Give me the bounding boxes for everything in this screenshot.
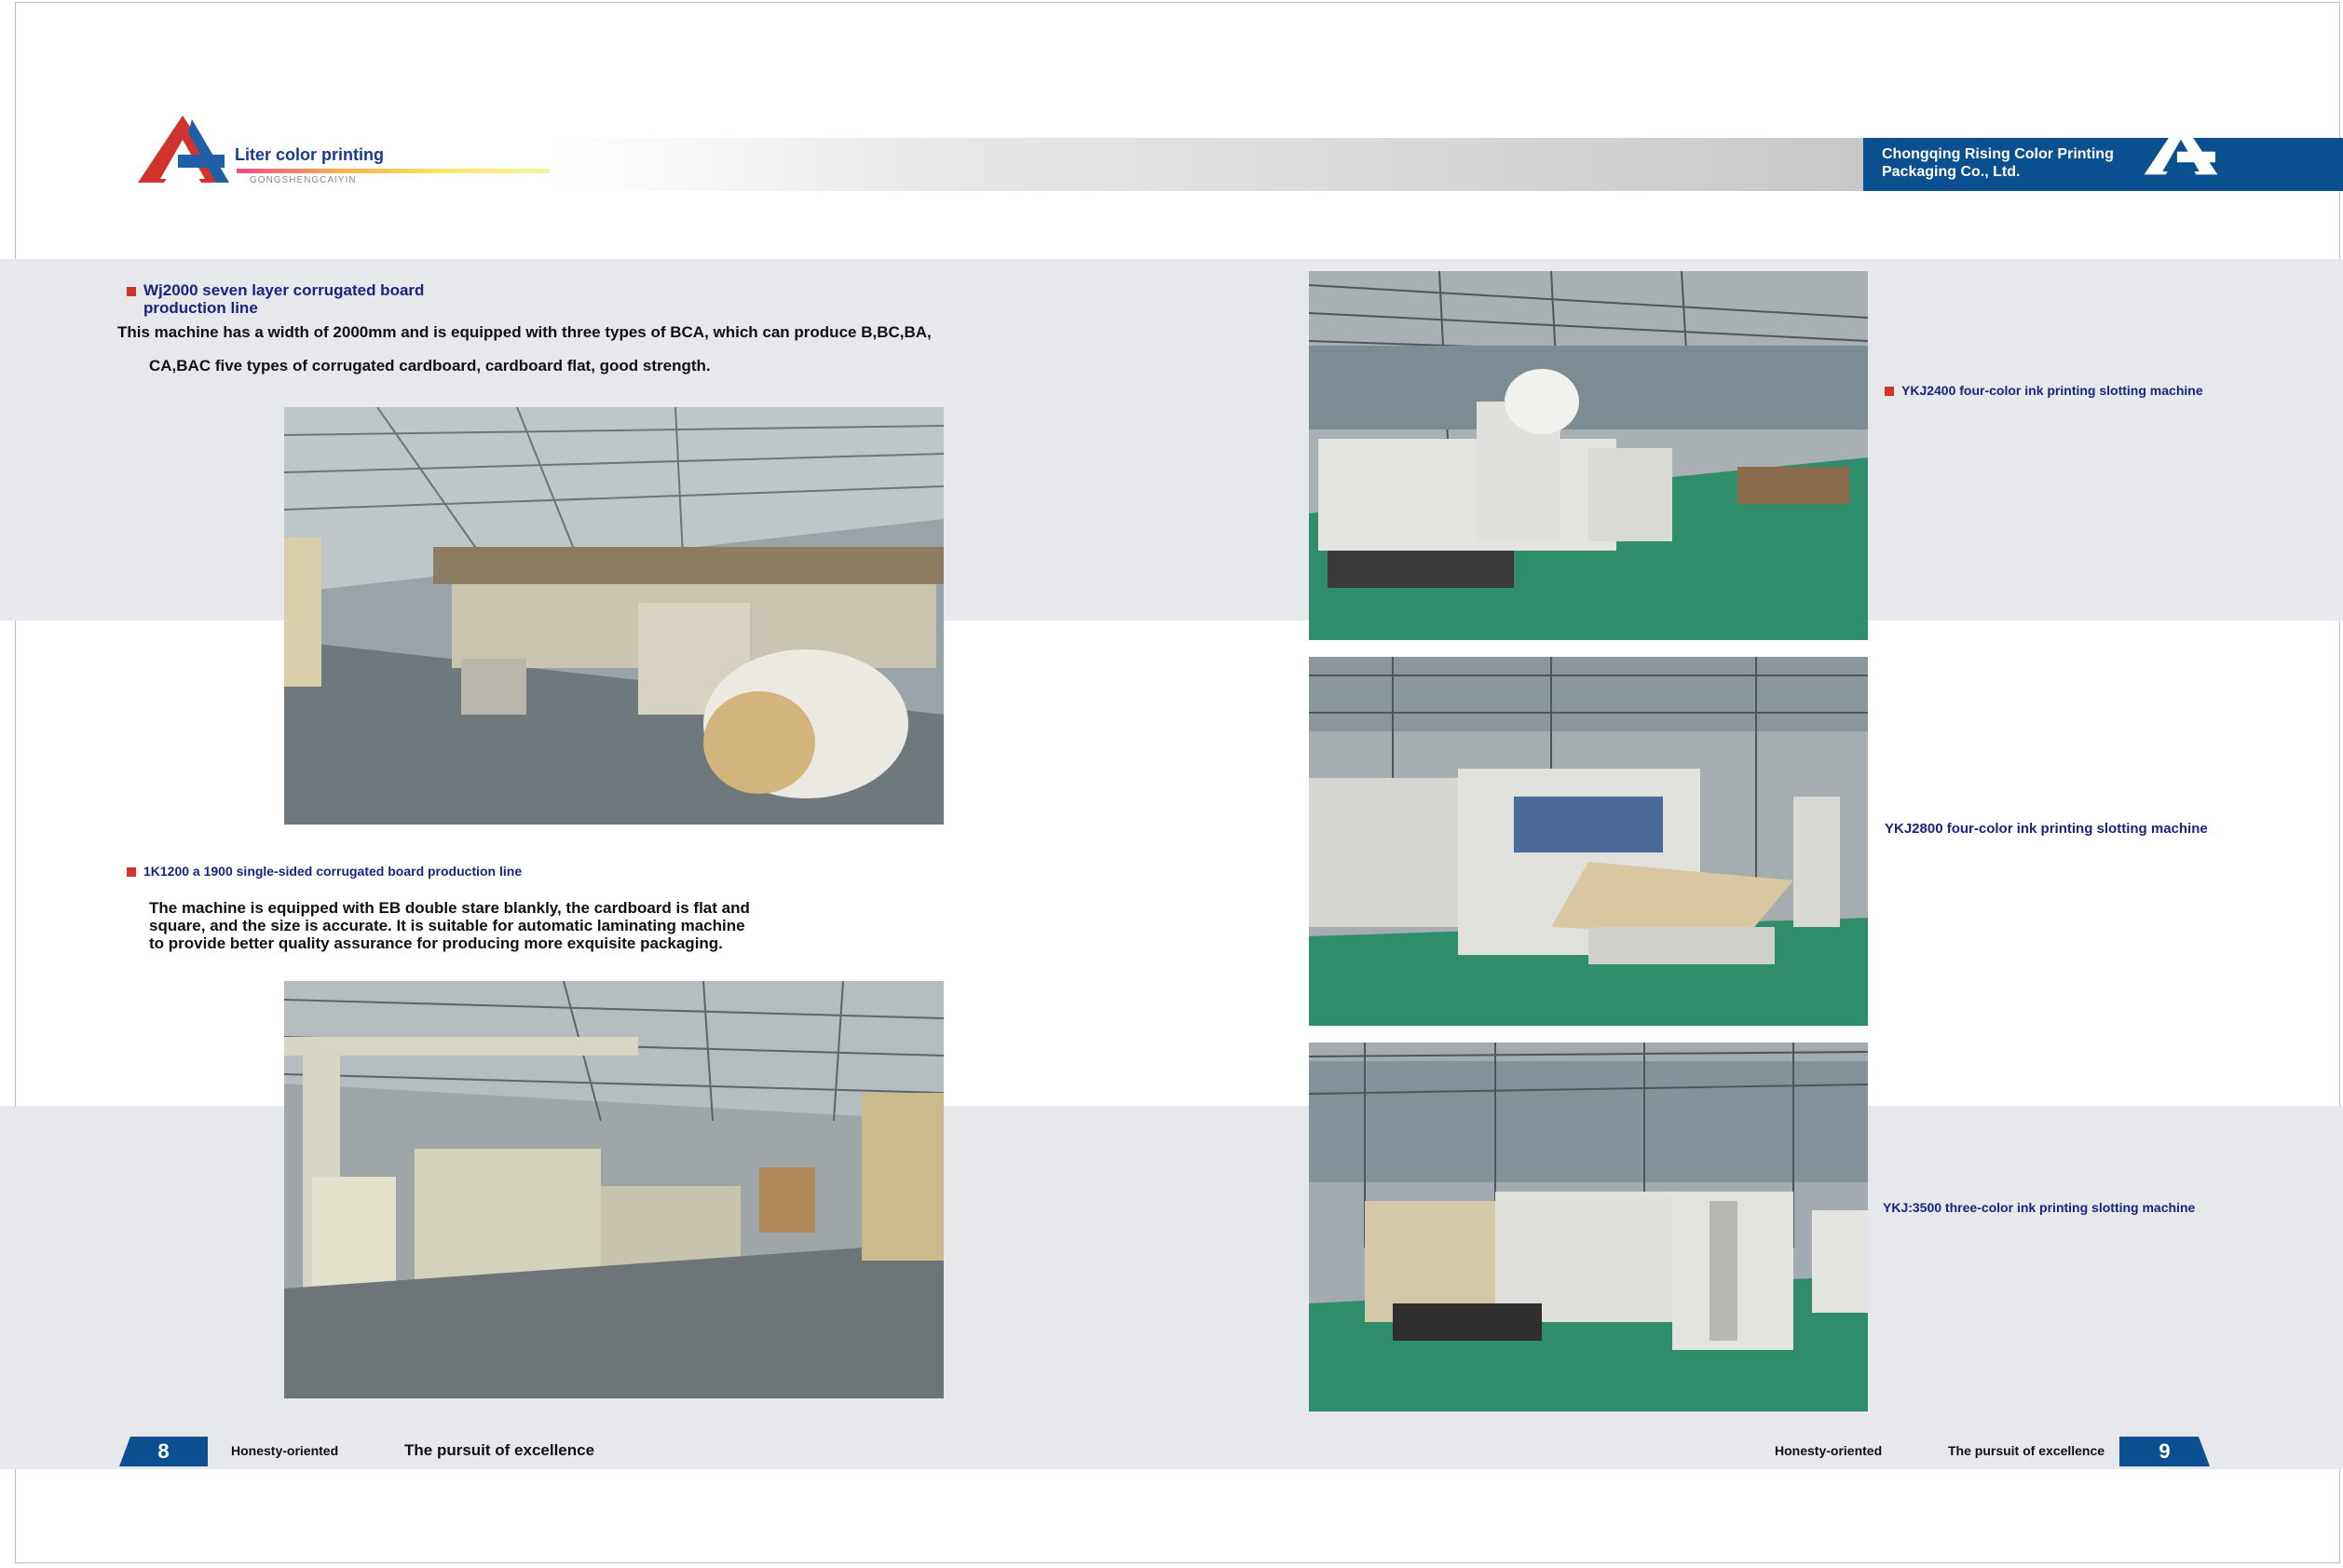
section2-text: The machine is equipped with EB double s… [149, 899, 750, 952]
section2-bullet [127, 867, 136, 878]
page-number-left: 8 [119, 1437, 208, 1466]
ykj2400-machine-photo [1309, 271, 1868, 640]
brand-subtitle: GONGSHENGCAIYIN [250, 175, 357, 185]
footer-right-motto2: The pursuit of excellence [1948, 1443, 2105, 1458]
footer-left-motto1: Honesty-oriented [231, 1443, 339, 1458]
page-number-right: 9 [2119, 1437, 2210, 1466]
company-name-line2: Packaging Co., Ltd. [1882, 164, 2021, 180]
ykj2800-machine-photo [1309, 657, 1868, 1026]
company-header-box: Chongqing Rising Color Printing Packagin… [1863, 119, 2343, 191]
caption-ykj2400-bullet [1885, 387, 1894, 397]
section2-title: 1K1200 a 1900 single-sided corrugated bo… [127, 864, 522, 879]
caption-ykj2400: YKJ2400 four-color ink printing slotting… [1885, 383, 2203, 398]
footer-right-motto1: Honesty-oriented [1775, 1443, 1883, 1458]
footer-left-motto2: The pursuit of excellence [404, 1441, 595, 1459]
company-logo-right [2143, 116, 2219, 177]
caption-ykj2800: YKJ2800 four-color ink printing slotting… [1885, 821, 2208, 837]
section1-text-line2: CA,BAC five types of corrugated cardboar… [149, 357, 711, 375]
single-sided-line-photo [284, 981, 944, 1398]
brand-name: Liter color printing [235, 145, 384, 164]
section1-text-line1: This machine has a width of 2000mm and i… [117, 323, 932, 341]
caption-ykj3500: YKJ:3500 three-color ink printing slotti… [1883, 1200, 2196, 1215]
ykj3500-machine-photo [1309, 1043, 1868, 1411]
company-name-line1: Chongqing Rising Color Printing [1882, 146, 2114, 162]
section1-bullet [127, 286, 136, 296]
company-logo-left [136, 112, 229, 184]
brand-color-stripe [237, 169, 550, 173]
section1-title: Wj2000 seven layer corrugated board prod… [127, 281, 424, 317]
header-gradient-bar [550, 138, 1865, 191]
corrugated-line-photo [284, 407, 944, 825]
